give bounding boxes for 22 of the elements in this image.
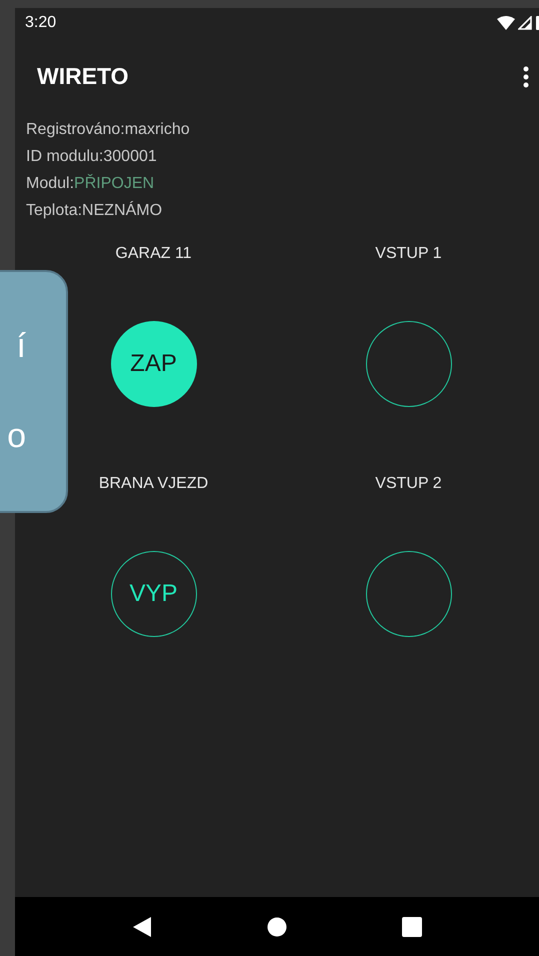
more-options-icon[interactable]	[523, 66, 529, 88]
wifi-icon	[497, 16, 515, 30]
signal-icon	[518, 16, 532, 30]
bubble-text: í	[16, 327, 26, 366]
toggle-button[interactable]: ZAP	[110, 321, 196, 407]
info-line: Registrováno:maxricho	[26, 120, 191, 140]
back-icon[interactable]	[132, 916, 152, 938]
toggle-button[interactable]	[366, 551, 452, 637]
channel-name: VSTUP 2	[375, 474, 442, 494]
bubble-text: o	[7, 416, 26, 456]
info-line: Teplota:NEZNÁMO	[26, 200, 164, 221]
channel-name: VSTUP 1	[375, 244, 442, 264]
channel-name: BRANA VJEZD	[98, 474, 208, 494]
toggle-button[interactable]: VYP	[110, 551, 196, 637]
status-time: 3:20	[25, 14, 56, 32]
toggle-button[interactable]	[366, 321, 452, 407]
info-line: ID modulu:300001	[26, 147, 158, 167]
recents-icon[interactable]	[402, 916, 422, 936]
channel-name: GARAZ 11	[115, 244, 192, 264]
home-icon[interactable]	[266, 916, 287, 936]
info-line: Modul:PŘIPOJEN	[26, 173, 156, 194]
app-title: WIRETO	[37, 63, 129, 90]
